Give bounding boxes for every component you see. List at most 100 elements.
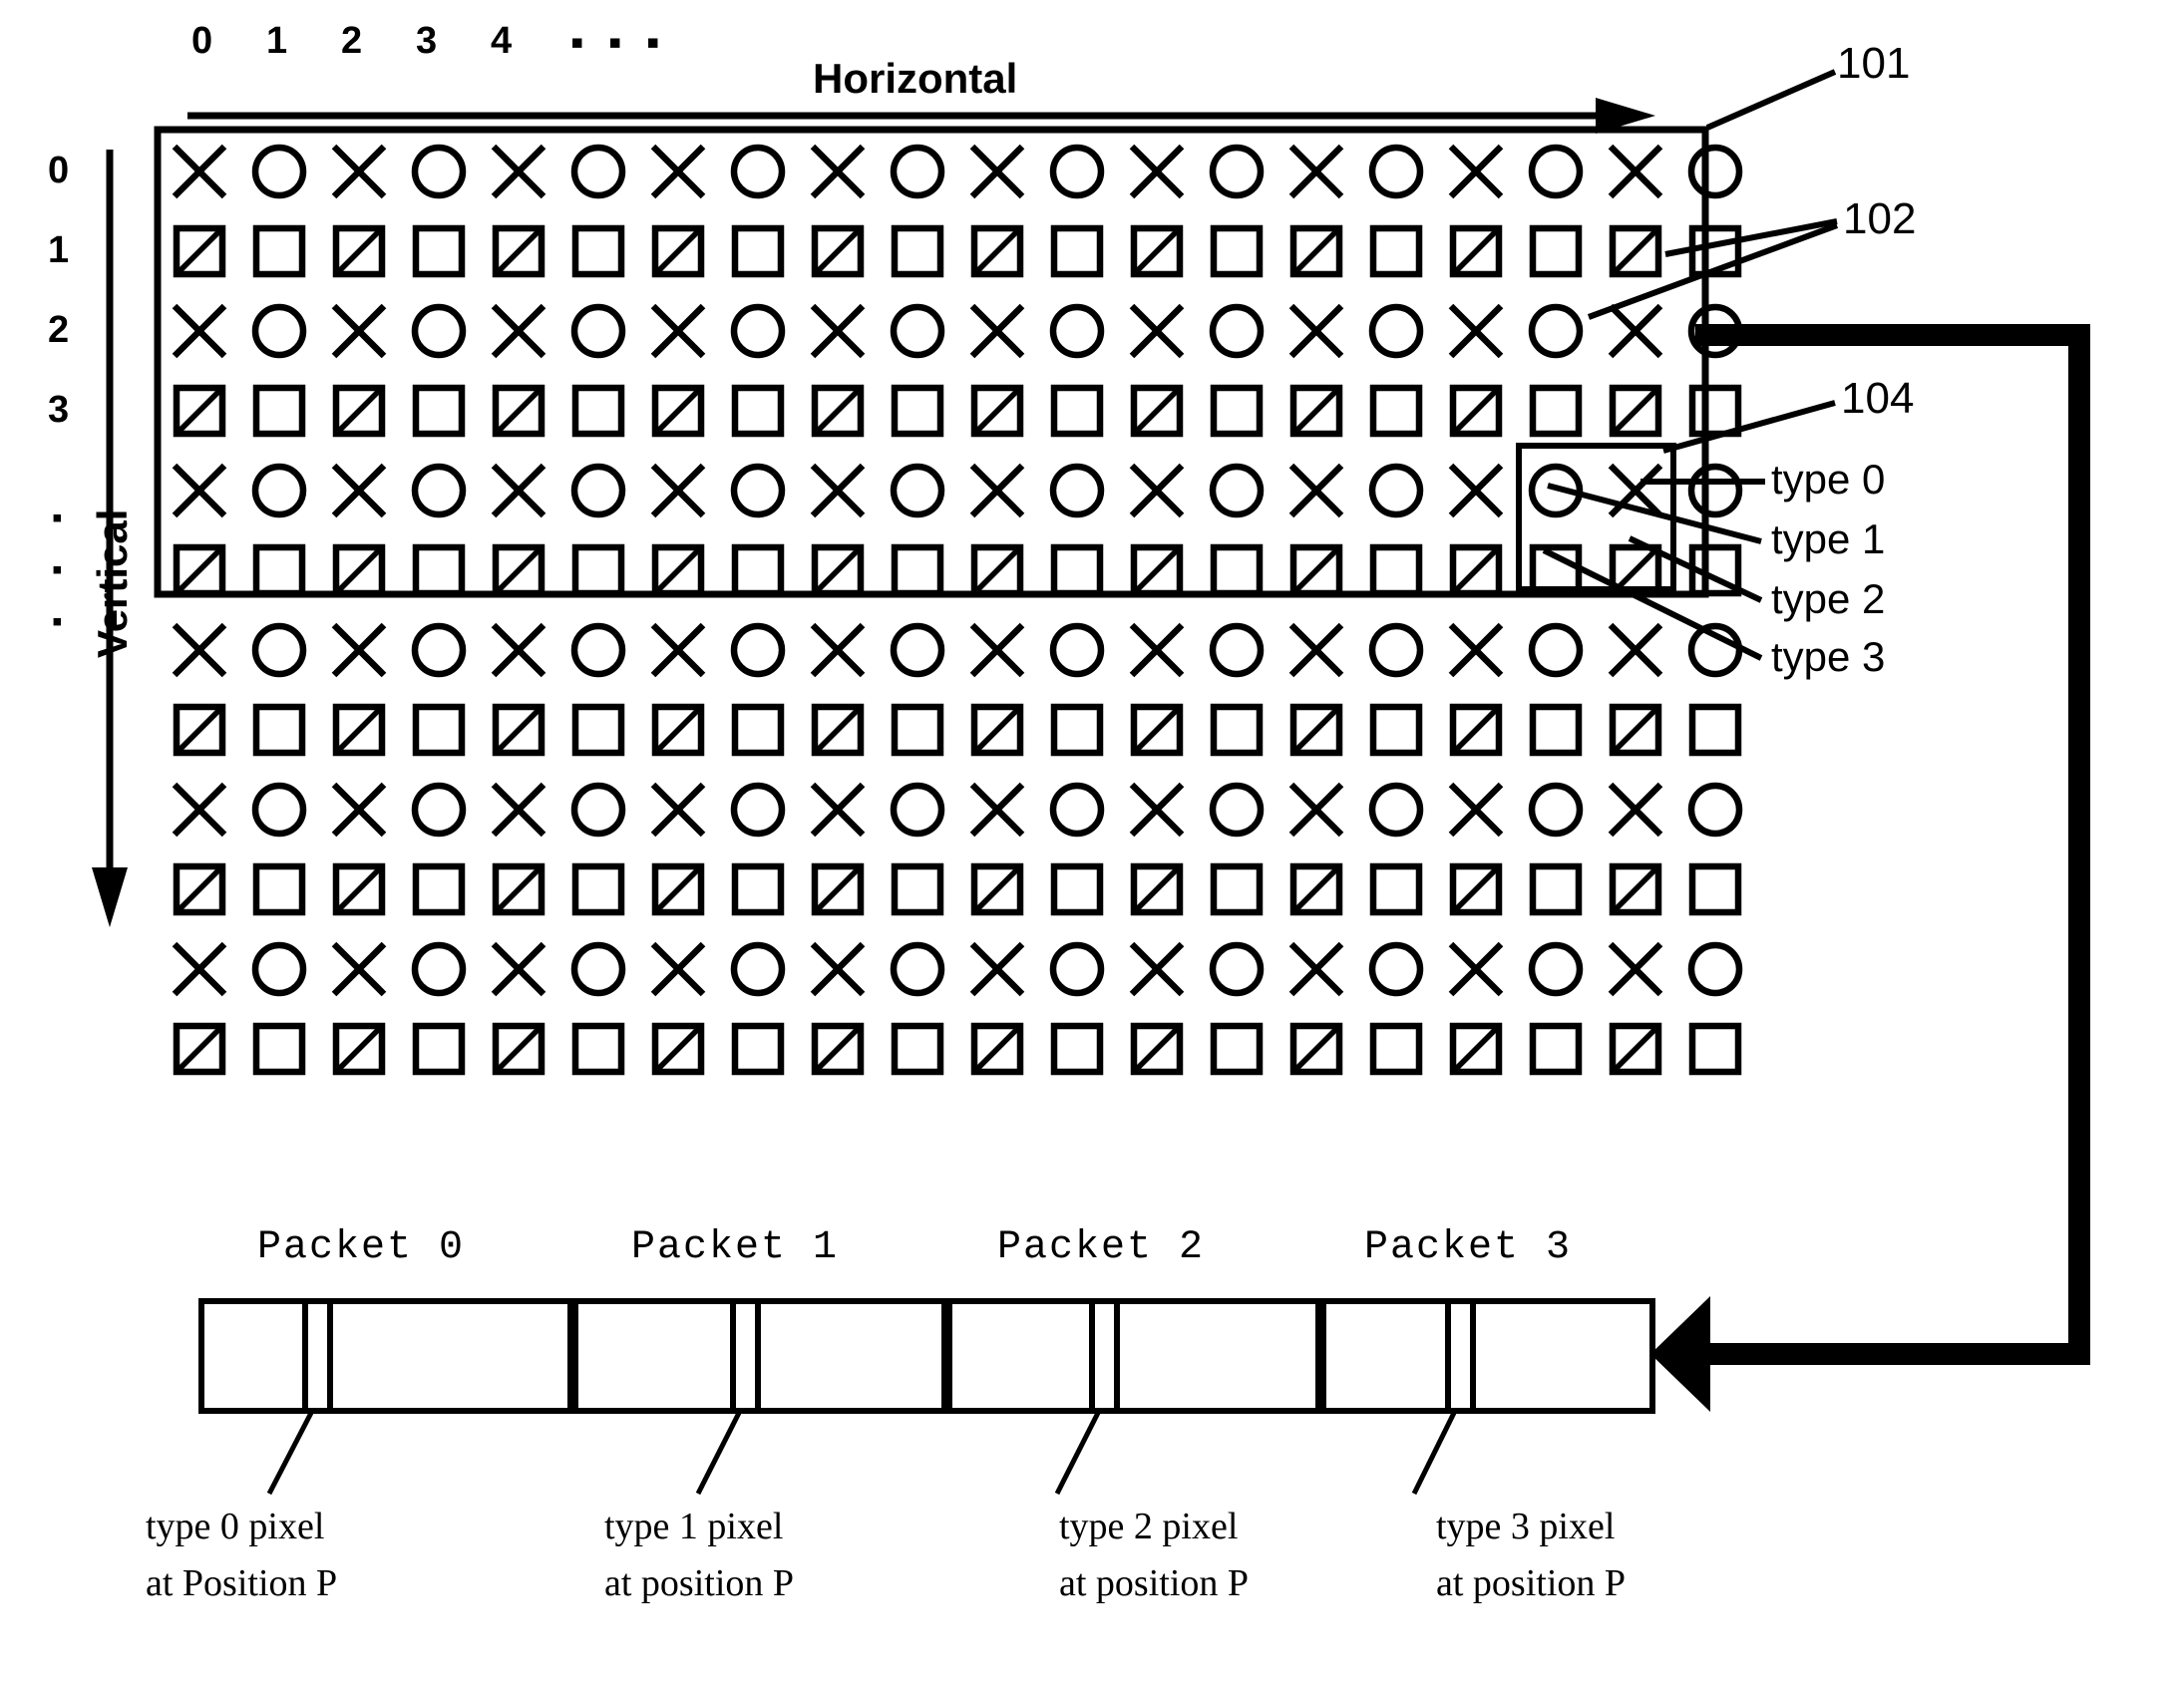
pixel-cell-cross bbox=[1608, 941, 1663, 997]
pixel-cell-square bbox=[731, 862, 785, 916]
pixel-cell-square bbox=[1050, 862, 1104, 916]
pixel-cell-square bbox=[891, 862, 944, 916]
horizontal-axis-label: Horizontal bbox=[813, 55, 1018, 102]
pixel-cell-square bbox=[412, 543, 466, 597]
pixel-cell-square bbox=[412, 1022, 466, 1076]
pixel-cell-circle bbox=[730, 622, 786, 678]
pixel-cell-square-slash bbox=[173, 703, 226, 757]
pixel-cell-square-slash bbox=[1449, 224, 1503, 278]
pixel-grid-row bbox=[172, 303, 1743, 359]
pixel-cell-cross bbox=[1288, 303, 1344, 359]
column-ellipsis: ▪ ▪ ▪ bbox=[570, 22, 667, 64]
pixel-cell-square-slash bbox=[651, 543, 705, 597]
pixel-cell-square-slash bbox=[332, 703, 386, 757]
caption-leader-2 bbox=[1054, 1411, 1101, 1496]
pixel-cell-square-slash bbox=[332, 224, 386, 278]
row-number-1: 1 bbox=[48, 229, 70, 271]
leader-lines-102 bbox=[1587, 218, 1839, 320]
pixel-cell-square bbox=[731, 384, 785, 438]
pixel-cell-square-slash bbox=[1130, 703, 1184, 757]
pixel-cell-circle bbox=[1049, 303, 1105, 359]
pixel-cell-square-slash bbox=[811, 384, 865, 438]
leader-line-101 bbox=[1705, 69, 1837, 131]
pixel-cell-circle bbox=[570, 782, 626, 838]
pixel-cell-cross bbox=[1288, 782, 1344, 838]
packet-caption-1-line1: type 1 pixel bbox=[604, 1506, 784, 1547]
pixel-cell-square-slash bbox=[492, 862, 546, 916]
pixel-cell-square bbox=[1050, 224, 1104, 278]
pixel-cell-square-slash bbox=[811, 1022, 865, 1076]
packet-caption-3-line1: type 3 pixel bbox=[1436, 1506, 1616, 1547]
pixel-cell-circle bbox=[251, 144, 307, 199]
packet-box-2 bbox=[946, 1298, 1321, 1414]
type-legend-label-0: type 0 bbox=[1771, 456, 1886, 503]
pixel-cell-square-slash bbox=[1609, 1022, 1662, 1076]
frame-101-rect bbox=[154, 126, 1709, 598]
pixel-cell-square bbox=[571, 862, 625, 916]
pixel-cell-square bbox=[1050, 1022, 1104, 1076]
pixel-cell-square bbox=[252, 862, 306, 916]
pixel-cell-square-slash bbox=[970, 862, 1024, 916]
pixel-cell-circle bbox=[1687, 463, 1743, 518]
pixel-cell-cross bbox=[1608, 144, 1663, 199]
pixel-cell-square-slash bbox=[173, 384, 226, 438]
pixel-cell-circle bbox=[890, 303, 945, 359]
pixel-cell-square-slash bbox=[492, 543, 546, 597]
pixel-cell-circle bbox=[1368, 782, 1424, 838]
pixel-cell-cross bbox=[810, 782, 866, 838]
pixel-cell-cross bbox=[331, 463, 387, 518]
pixel-cell-cross bbox=[1129, 622, 1185, 678]
pixel-cell-cross bbox=[1448, 622, 1504, 678]
pixel-cell-square-slash bbox=[1130, 543, 1184, 597]
pixel-cell-square-slash bbox=[1609, 384, 1662, 438]
pixel-cell-circle bbox=[1528, 622, 1584, 678]
pixel-cell-square bbox=[1050, 384, 1104, 438]
pixel-cell-square-slash bbox=[811, 862, 865, 916]
pixel-cell-square bbox=[1369, 543, 1423, 597]
pixel-cell-circle bbox=[730, 303, 786, 359]
pixel-cell-square bbox=[1688, 862, 1742, 916]
pixel-cell-cross bbox=[1448, 782, 1504, 838]
pixel-cell-square bbox=[1529, 1022, 1583, 1076]
pixel-cell-square bbox=[731, 703, 785, 757]
pixel-grid-row bbox=[172, 622, 1743, 678]
pixel-cell-cross bbox=[650, 622, 706, 678]
pixel-cell-cross bbox=[491, 941, 546, 997]
pixel-cell-cross bbox=[1608, 303, 1663, 359]
pixel-cell-cross bbox=[810, 622, 866, 678]
pixel-cell-square bbox=[891, 543, 944, 597]
pixel-cell-square bbox=[731, 224, 785, 278]
pixel-cell-square bbox=[891, 224, 944, 278]
pixel-cell-square bbox=[252, 224, 306, 278]
pixel-cell-cross bbox=[969, 941, 1025, 997]
pixel-cell-cross bbox=[331, 622, 387, 678]
pixel-cell-square-slash bbox=[970, 384, 1024, 438]
caption-leader-lines bbox=[266, 1411, 1457, 1496]
pixel-cell-square bbox=[1529, 224, 1583, 278]
pixel-cell-square-slash bbox=[492, 384, 546, 438]
pixel-cell-square bbox=[252, 703, 306, 757]
type-legend-label-3: type 3 bbox=[1771, 633, 1886, 680]
pixel-grid-row bbox=[173, 543, 1742, 597]
pixel-cell-square-slash bbox=[1609, 224, 1662, 278]
pixel-cell-square-slash bbox=[1130, 384, 1184, 438]
pixel-cell-square-slash bbox=[1609, 703, 1662, 757]
pixel-cell-circle bbox=[411, 463, 467, 518]
pixel-cell-circle bbox=[251, 782, 307, 838]
pixel-cell-square-slash bbox=[651, 1022, 705, 1076]
pixel-cell-square bbox=[412, 703, 466, 757]
pixel-cell-square bbox=[1369, 703, 1423, 757]
row-ellipsis-dot-0: ▪ bbox=[52, 502, 63, 534]
pixel-cell-cross bbox=[969, 463, 1025, 518]
pixel-cell-cross bbox=[810, 303, 866, 359]
pixel-cell-square-slash bbox=[1449, 1022, 1503, 1076]
pixel-cell-circle bbox=[1049, 144, 1105, 199]
pixel-cell-square bbox=[1210, 862, 1264, 916]
pixel-grid-row bbox=[172, 782, 1743, 838]
pixel-cell-circle bbox=[730, 463, 786, 518]
pixel-cell-circle bbox=[570, 622, 626, 678]
pixel-cell-square bbox=[1688, 1022, 1742, 1076]
pixel-cell-cross bbox=[1129, 303, 1185, 359]
column-number-3: 3 bbox=[416, 20, 438, 62]
pixel-cell-cross bbox=[650, 782, 706, 838]
